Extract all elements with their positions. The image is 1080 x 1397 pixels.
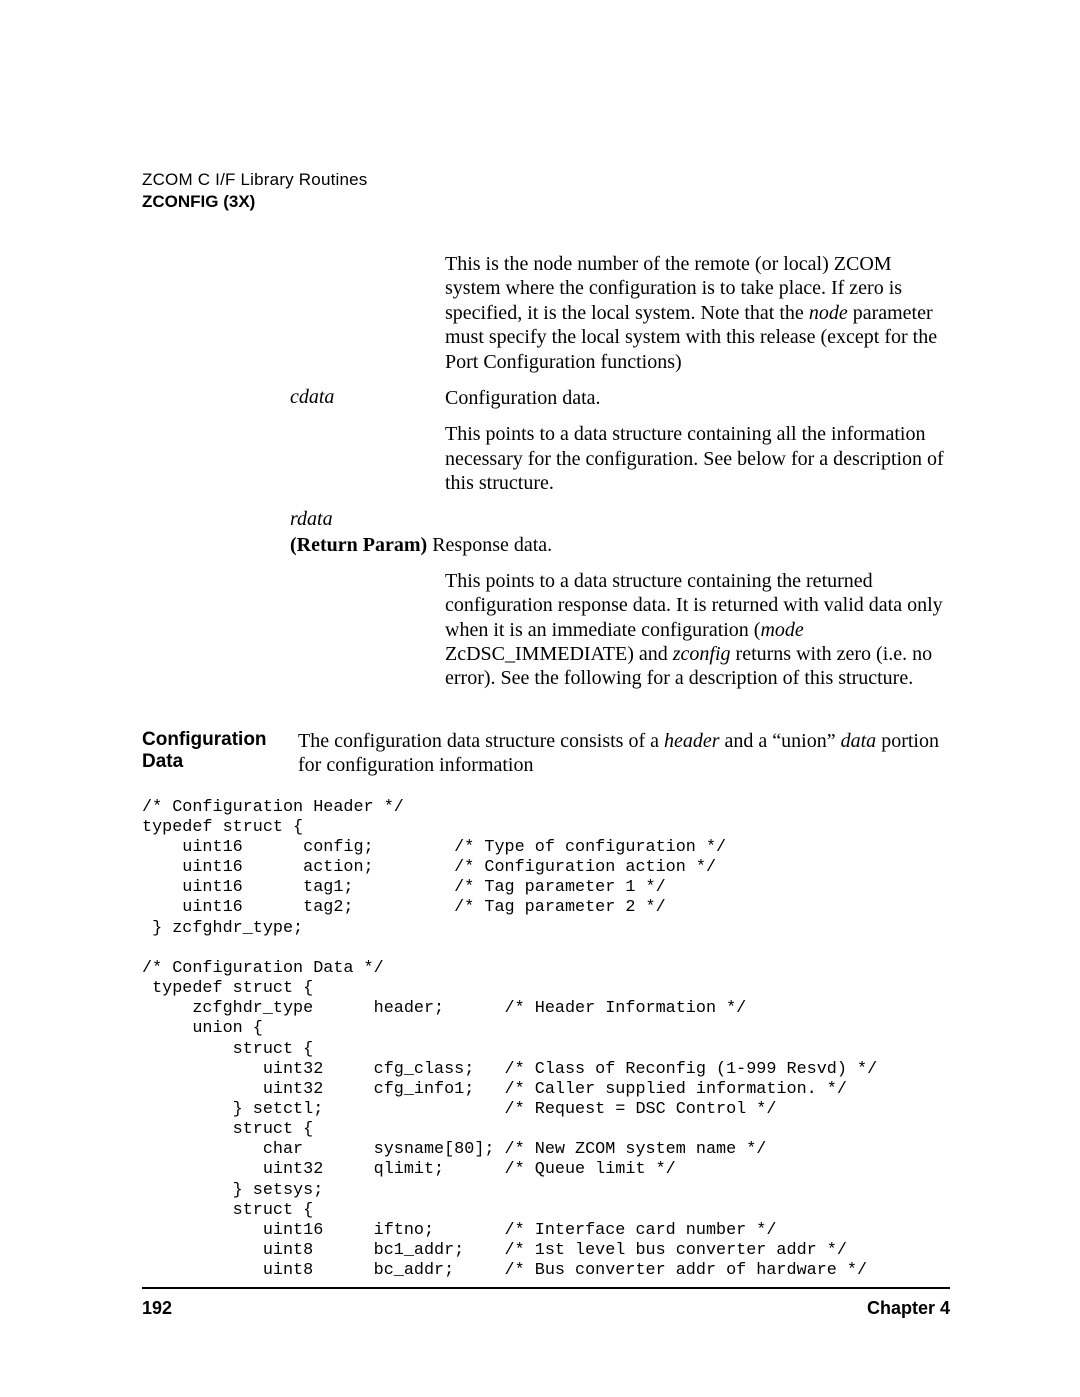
section-heading: Configuration Data — [142, 729, 298, 773]
footer-rule — [142, 1287, 950, 1289]
param-node-continuation: This is the node number of the remote (o… — [142, 252, 950, 374]
text-italic: node — [809, 302, 848, 324]
text: This points to a data structure containi… — [445, 570, 943, 641]
text: ZcDSC_IMMEDIATE) and — [445, 643, 673, 665]
code-listing: /* Configuration Header */ typedef struc… — [142, 798, 950, 1282]
param-rdata-return: (Return Param) Response data. — [290, 533, 950, 557]
text-bold: (Return Param) — [290, 534, 432, 556]
param-node-description: This is the node number of the remote (o… — [445, 252, 950, 374]
running-header-line2: ZCONFIG (3X) — [142, 192, 950, 212]
param-rdata-desc: This points to a data structure containi… — [445, 569, 950, 691]
footer: 192 Chapter 4 — [142, 1298, 950, 1319]
text-italic: header — [664, 730, 720, 752]
param-cdata-desc: This points to a data structure containi… — [445, 422, 950, 495]
section-config-data: Configuration Data The configuration dat… — [142, 729, 950, 778]
text-italic: zconfig — [673, 643, 731, 665]
text: The configuration data structure consist… — [298, 730, 664, 752]
section-text: The configuration data structure consist… — [298, 729, 950, 778]
param-cdata-brief: Configuration data. — [445, 386, 950, 410]
param-rdata-label-row: rdata — [142, 508, 950, 531]
parameter-list: This is the node number of the remote (o… — [142, 252, 950, 691]
param-rdata-return-row: (Return Param) Response data. — [142, 533, 950, 557]
text-italic: data — [841, 730, 877, 752]
param-rdata-label: rdata — [290, 508, 445, 531]
text: and a “union” — [720, 730, 841, 752]
page: ZCOM C I/F Library Routines ZCONFIG (3X)… — [0, 0, 1080, 1397]
param-cdata-desc-row: This points to a data structure containi… — [142, 422, 950, 495]
text-italic: mode — [760, 619, 803, 641]
running-header-line1: ZCOM C I/F Library Routines — [142, 170, 950, 190]
param-rdata-desc-row: This points to a data structure containi… — [142, 569, 950, 691]
text: Response data. — [432, 534, 552, 556]
param-cdata: cdata Configuration data. — [142, 386, 950, 410]
chapter-label: Chapter 4 — [867, 1298, 950, 1319]
param-cdata-label: cdata — [290, 386, 445, 409]
page-number: 192 — [142, 1298, 172, 1319]
